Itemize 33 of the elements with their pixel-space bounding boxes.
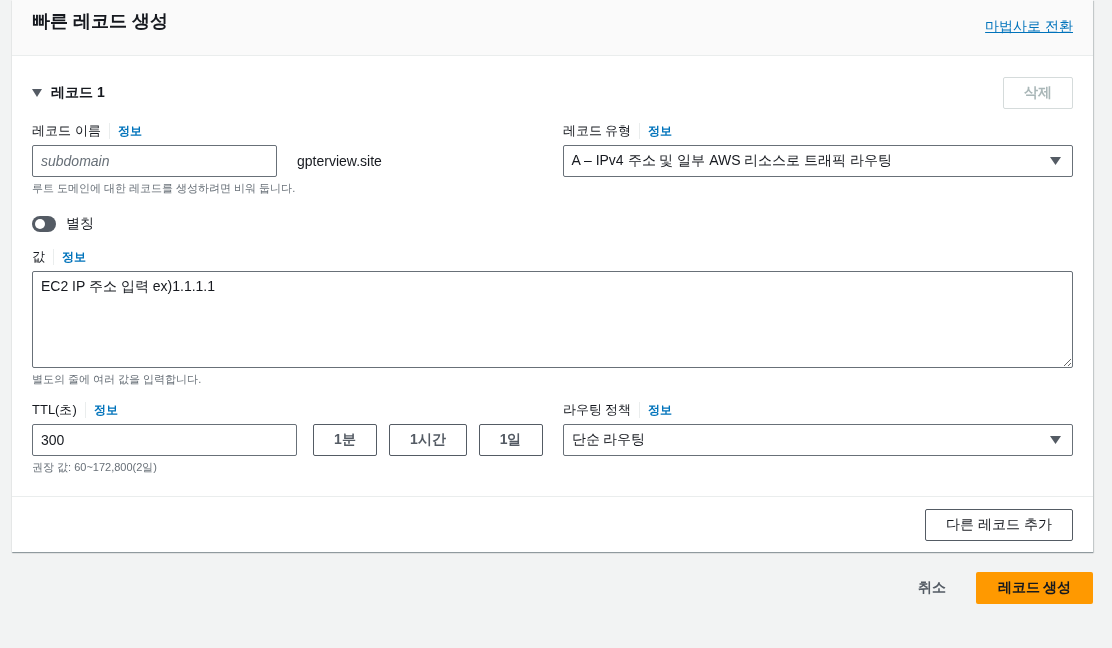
field-hint: 권장 값: 60~172,800(2일) (32, 460, 159, 475)
toggle-label: 별칭 (66, 215, 94, 233)
ttl-preset-button[interactable]: 1일 (478, 424, 543, 456)
add-record-button[interactable]: 다른 레코드 추가 (925, 509, 1073, 541)
ttl-preset-button[interactable]: 1분 (313, 424, 377, 456)
ttl-preset-button[interactable]: 1시간 (388, 424, 467, 456)
info-link[interactable]: 정보 (93, 401, 118, 419)
field-label: 레코드 유형 (562, 122, 632, 140)
record-name-field[interactable]: subdomain (32, 145, 277, 177)
record-title: 레코드 1 (51, 84, 105, 102)
field-label: TTL(초) (32, 401, 77, 419)
field-label: 레코드 이름 (32, 122, 101, 140)
record-type-select[interactable]: A – IPv4 주소 및 일부 AWS 리소스로 트래픽 라우팅 (562, 145, 1073, 177)
cancel-button[interactable]: 취소 (898, 572, 966, 604)
ttl-field[interactable]: 300 (32, 424, 298, 456)
page-title: 빠른 레코드 생성 (32, 10, 168, 33)
domain-suffix: gpterview.site (297, 153, 382, 169)
field-hint: 루트 도메인에 대한 레코드를 생성하려면 비워 둡니다. (32, 181, 297, 196)
wizard-link[interactable]: 마법사로 전환 (985, 18, 1073, 36)
value-field[interactable]: EC2 IP 주소 입력 ex)1.1.1.1 (32, 271, 1073, 368)
info-link[interactable]: 정보 (648, 401, 673, 419)
dropdown-icon (1050, 157, 1061, 165)
info-link[interactable]: 정보 (648, 122, 673, 140)
routing-policy-select[interactable]: 단순 라우팅 (562, 424, 1073, 456)
caret-icon[interactable] (32, 89, 42, 97)
create-record-button[interactable]: 레코드 생성 (976, 572, 1093, 604)
field-label: 값 (32, 248, 45, 266)
info-link[interactable]: 정보 (117, 122, 142, 140)
field-hint: 별도의 줄에 여러 값을 입력합니다. (32, 372, 203, 387)
dropdown-icon (1050, 436, 1061, 444)
field-label: 라우팅 정책 (562, 401, 632, 419)
info-link[interactable]: 정보 (62, 248, 86, 266)
alias-toggle[interactable] (32, 216, 56, 232)
